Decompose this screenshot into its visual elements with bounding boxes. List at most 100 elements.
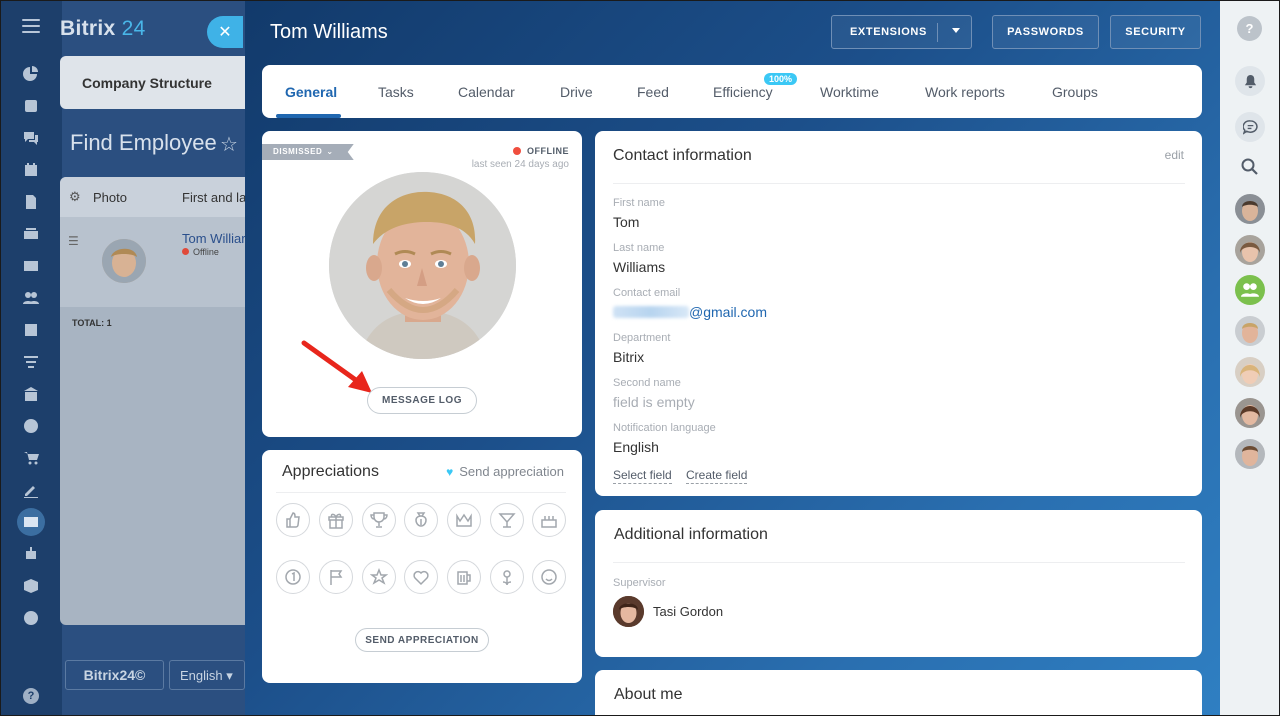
id-card-icon[interactable] [17, 508, 45, 536]
notification-language-value: English [613, 439, 659, 455]
chevron-down-icon[interactable] [952, 28, 960, 33]
avatar[interactable] [1235, 316, 1265, 346]
avatar[interactable] [1235, 398, 1265, 428]
tab-general[interactable]: General [285, 84, 337, 100]
pie-chart-icon[interactable] [21, 64, 41, 84]
cake-icon[interactable] [532, 503, 566, 537]
flower-icon[interactable] [490, 560, 524, 594]
avatar[interactable] [1235, 235, 1265, 265]
tasks-icon[interactable] [21, 320, 41, 340]
avatar[interactable] [1235, 357, 1265, 387]
building-icon[interactable] [21, 384, 41, 404]
avatar[interactable] [1235, 439, 1265, 469]
help-icon[interactable]: ? [23, 688, 39, 704]
status-badge[interactable]: DISMISSED ⌄ [262, 144, 354, 160]
smile-icon[interactable] [532, 560, 566, 594]
box-icon[interactable] [21, 576, 41, 596]
employee-table: ⚙ Photo First and la ☰ Tom Williar Offli… [60, 177, 245, 625]
employees-icon[interactable] [21, 288, 41, 308]
divider [613, 562, 1185, 563]
close-slider-button[interactable]: ✕ [207, 16, 243, 48]
beer-icon[interactable] [447, 560, 481, 594]
heart-icon[interactable] [404, 560, 438, 594]
crown-icon[interactable] [447, 503, 481, 537]
flag-icon[interactable] [319, 560, 353, 594]
red-arrow-icon [301, 340, 372, 393]
divider [937, 23, 938, 42]
filter-icon[interactable] [21, 352, 41, 372]
edit-link[interactable]: edit [1165, 148, 1184, 162]
select-field-link[interactable]: Select field [613, 468, 672, 484]
supervisor-name-link[interactable]: Tasi Gordon [653, 604, 723, 619]
divider [276, 492, 566, 493]
favorite-star-icon[interactable]: ☆ [220, 132, 238, 157]
drag-handle-icon[interactable]: ☰ [68, 234, 79, 248]
employee-status: Offline [182, 247, 219, 257]
additional-information-card: Additional information Supervisor Tasi G… [595, 510, 1202, 657]
number-one-icon[interactable] [276, 560, 310, 594]
avatar[interactable] [329, 172, 516, 359]
target-icon[interactable] [21, 416, 41, 436]
feed-icon[interactable] [21, 96, 41, 116]
close-icon: ✕ [218, 24, 232, 41]
avatar[interactable] [1235, 194, 1265, 224]
active-tab-indicator [276, 114, 341, 118]
tab-calendar[interactable]: Calendar [458, 84, 515, 100]
thumbs-up-icon[interactable] [276, 503, 310, 537]
robot-icon[interactable] [21, 544, 41, 564]
language-select[interactable]: English ▾ [169, 660, 245, 690]
money-bag-icon[interactable] [404, 503, 438, 537]
tab-drive[interactable]: Drive [560, 84, 593, 100]
last-name-value: Williams [613, 259, 666, 275]
sign-icon[interactable] [21, 480, 41, 500]
tab-tasks[interactable]: Tasks [378, 84, 414, 100]
message-log-button[interactable]: MESSAGE LOG [367, 387, 477, 414]
tab-groups[interactable]: Groups [1052, 84, 1098, 100]
create-field-link[interactable]: Create field [686, 468, 748, 484]
table-row[interactable]: ☰ Tom Williar Offline [60, 217, 245, 307]
menu-icon[interactable] [22, 19, 40, 33]
email-value[interactable]: @gmail.com [613, 304, 767, 320]
chat-icon[interactable] [21, 128, 41, 148]
employee-name-link[interactable]: Tom Williar [182, 231, 245, 246]
field-label: Last name [613, 242, 665, 254]
column-name[interactable]: First and la [182, 190, 245, 205]
tab-worktime[interactable]: Worktime [820, 84, 879, 100]
footer-logo[interactable]: Bitrix24© [65, 660, 164, 690]
security-button[interactable]: SECURITY [1110, 15, 1201, 49]
passwords-button[interactable]: PASSWORDS [992, 15, 1099, 49]
field-label: Supervisor [613, 577, 666, 589]
page-title: Find Employee [70, 130, 217, 155]
gear-icon[interactable]: ⚙ [69, 189, 81, 205]
mail-icon[interactable] [21, 256, 41, 276]
gift-icon[interactable] [319, 503, 353, 537]
company-structure-button[interactable]: Company Structure [60, 56, 245, 109]
app-logo[interactable]: Bitrix 24 [60, 17, 146, 41]
offline-dot-icon [513, 147, 521, 155]
cocktail-icon[interactable] [490, 503, 524, 537]
contact-information-card: Contact information edit First name Tom … [595, 131, 1202, 496]
cart-icon[interactable] [21, 448, 41, 468]
search-icon[interactable] [1240, 157, 1260, 177]
extensions-button[interactable]: EXTENSIONS [831, 15, 972, 49]
document-icon[interactable] [21, 192, 41, 212]
chat-icon[interactable] [1235, 112, 1265, 142]
cup-icon[interactable] [362, 503, 396, 537]
group-icon[interactable] [1235, 275, 1265, 305]
star-icon[interactable] [362, 560, 396, 594]
calendar-icon[interactable] [21, 160, 41, 180]
help-icon[interactable]: ? [1237, 16, 1262, 41]
send-appreciation-button[interactable]: SEND APPRECIATION [355, 628, 489, 652]
avatar[interactable] [613, 596, 644, 627]
send-appreciation-link[interactable]: ♥ Send appreciation [446, 464, 564, 479]
bell-icon[interactable] [1235, 66, 1265, 96]
blurred-email [613, 306, 689, 318]
more-icon[interactable] [21, 608, 41, 628]
drive-icon[interactable] [21, 224, 41, 244]
chevron-down-icon: ⌄ [326, 147, 334, 156]
tab-feed[interactable]: Feed [637, 84, 669, 100]
right-sidebar: ? [1220, 0, 1280, 716]
section-title: About me [614, 686, 683, 703]
tab-efficiency[interactable]: Efficiency [713, 84, 773, 100]
tab-work-reports[interactable]: Work reports [925, 84, 1005, 100]
